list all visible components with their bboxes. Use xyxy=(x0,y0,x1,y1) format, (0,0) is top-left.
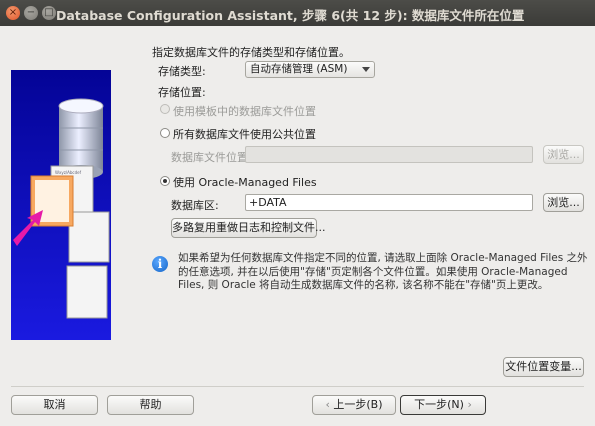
back-chevron-icon: ‹ xyxy=(325,398,330,411)
database-files-illustration-icon xyxy=(11,70,111,340)
db-file-location-input[interactable] xyxy=(245,146,533,163)
db-area-label: 数据库区: xyxy=(171,199,219,212)
storage-type-select[interactable]: 自动存储管理 (ASM) xyxy=(245,61,375,78)
help-button[interactable]: 帮助 xyxy=(107,395,194,415)
multiplex-redo-button[interactable]: 多路复用重做日志和控制文件... xyxy=(171,218,326,238)
info-icon: i xyxy=(152,256,168,272)
radio-template-label: 使用模板中的数据库文件位置 xyxy=(173,105,316,118)
radio-oracle-managed-files[interactable] xyxy=(160,176,170,186)
storage-type-label: 存储类型: xyxy=(158,65,206,78)
back-button[interactable]: ‹ 上一步(B) xyxy=(312,395,396,415)
radio-omf-label: 使用 Oracle-Managed Files xyxy=(173,176,317,189)
storage-type-value: 自动存储管理 (ASM) xyxy=(250,63,348,75)
wizard-illustration: Wxyz/Abcdef xyxy=(11,70,111,340)
next-button-label: 下一步(N) xyxy=(414,398,464,411)
db-file-location-label: 数据库文件位置: xyxy=(171,151,252,164)
db-area-input[interactable]: +DATA xyxy=(245,194,533,211)
info-text: 如果希望为任何数据库文件指定不同的位置, 请选取上面除 Oracle-Manag… xyxy=(178,252,588,291)
title-bar: × − □ Database Configuration Assistant, … xyxy=(0,0,595,26)
cancel-button[interactable]: 取消 xyxy=(11,395,98,415)
radio-common-location[interactable] xyxy=(160,128,170,138)
back-button-label: 上一步(B) xyxy=(333,398,383,411)
close-icon[interactable]: × xyxy=(6,6,20,20)
browse-button-disabled[interactable]: 浏览... xyxy=(543,145,584,164)
footer-divider xyxy=(11,386,584,387)
illustration-doc-text: Wxyz/Abcdef xyxy=(55,170,82,175)
page-heading: 指定数据库文件的存储类型和存储位置。 xyxy=(152,46,350,59)
file-location-variables-button[interactable]: 文件位置变量... xyxy=(503,357,584,377)
chevron-down-icon xyxy=(362,67,370,72)
radio-template-location[interactable] xyxy=(160,104,170,114)
maximize-icon[interactable]: □ xyxy=(42,6,56,20)
storage-location-label: 存储位置: xyxy=(158,86,206,99)
window-title: Database Configuration Assistant, 步骤 6(共… xyxy=(56,8,525,23)
minimize-icon[interactable]: − xyxy=(24,6,38,20)
radio-common-label: 所有数据库文件使用公共位置 xyxy=(173,128,316,141)
browse-button[interactable]: 浏览... xyxy=(543,193,584,212)
next-chevron-icon: › xyxy=(467,398,472,411)
next-button[interactable]: 下一步(N) › xyxy=(400,395,486,415)
